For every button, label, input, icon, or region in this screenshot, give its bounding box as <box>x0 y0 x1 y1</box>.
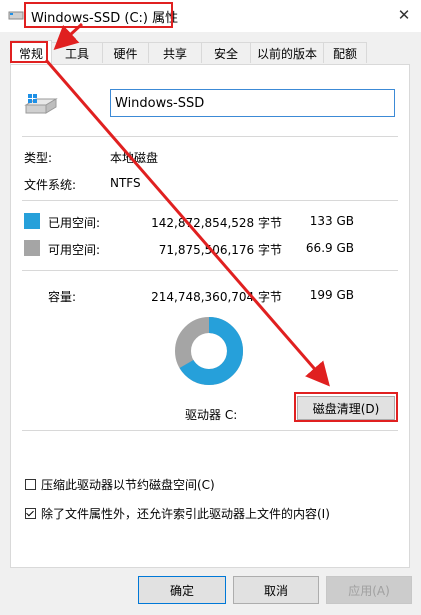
divider <box>22 270 398 271</box>
drive-name-input[interactable] <box>110 89 395 117</box>
tab-tools[interactable]: 工具 <box>51 42 103 63</box>
tab-highlight-box <box>10 41 48 63</box>
index-label: 除了文件属性外，还允许索引此驱动器上文件的内容(I) <box>41 507 330 521</box>
close-icon[interactable]: ✕ <box>390 2 418 28</box>
filesystem-label: 文件系统: <box>24 178 77 192</box>
cleanup-highlight-box <box>294 392 398 422</box>
ok-button[interactable]: 确定 <box>138 576 226 604</box>
free-space-label: 可用空间: <box>48 243 101 257</box>
compress-label: 压缩此驱动器以节约磁盘空间(C) <box>41 478 215 492</box>
divider <box>22 136 398 137</box>
free-space-swatch <box>24 240 40 256</box>
used-space-label: 已用空间: <box>48 216 101 230</box>
compress-checkbox[interactable] <box>25 479 36 490</box>
drive-icon-small <box>8 9 24 21</box>
used-space-size: 133 GB <box>309 214 354 228</box>
index-checkbox[interactable] <box>25 508 36 519</box>
tab-sharing[interactable]: 共享 <box>148 42 202 63</box>
drive-letter-label: 驱动器 C: <box>185 408 238 422</box>
tab-security[interactable]: 安全 <box>201 42 251 63</box>
tab-hardware[interactable]: 硬件 <box>102 42 149 63</box>
capacity-bytes: 214,748,360,704 字节 <box>151 290 282 304</box>
used-space-swatch <box>24 213 40 229</box>
capacity-label: 容量: <box>48 290 77 304</box>
capacity-size: 199 GB <box>309 288 354 302</box>
compress-option[interactable]: 压缩此驱动器以节约磁盘空间(C) <box>25 476 215 493</box>
divider <box>22 430 398 431</box>
disk-usage-donut <box>175 317 243 385</box>
drive-icon <box>24 93 58 119</box>
type-value: 本地磁盘 <box>110 151 159 165</box>
cancel-button[interactable]: 取消 <box>233 576 319 604</box>
type-label: 类型: <box>24 151 53 165</box>
apply-button[interactable]: 应用(A) <box>326 576 412 604</box>
filesystem-value: NTFS <box>110 176 141 190</box>
tab-quota[interactable]: 配额 <box>323 42 367 63</box>
index-option[interactable]: 除了文件属性外，还允许索引此驱动器上文件的内容(I) <box>25 505 330 522</box>
tab-previous-versions[interactable]: 以前的版本 <box>250 42 324 63</box>
free-space-size: 66.9 GB <box>305 241 354 255</box>
free-space-bytes: 71,875,506,176 字节 <box>158 243 282 257</box>
used-space-bytes: 142,872,854,528 字节 <box>151 216 282 230</box>
divider <box>22 200 398 201</box>
title-highlight-box <box>24 2 173 28</box>
